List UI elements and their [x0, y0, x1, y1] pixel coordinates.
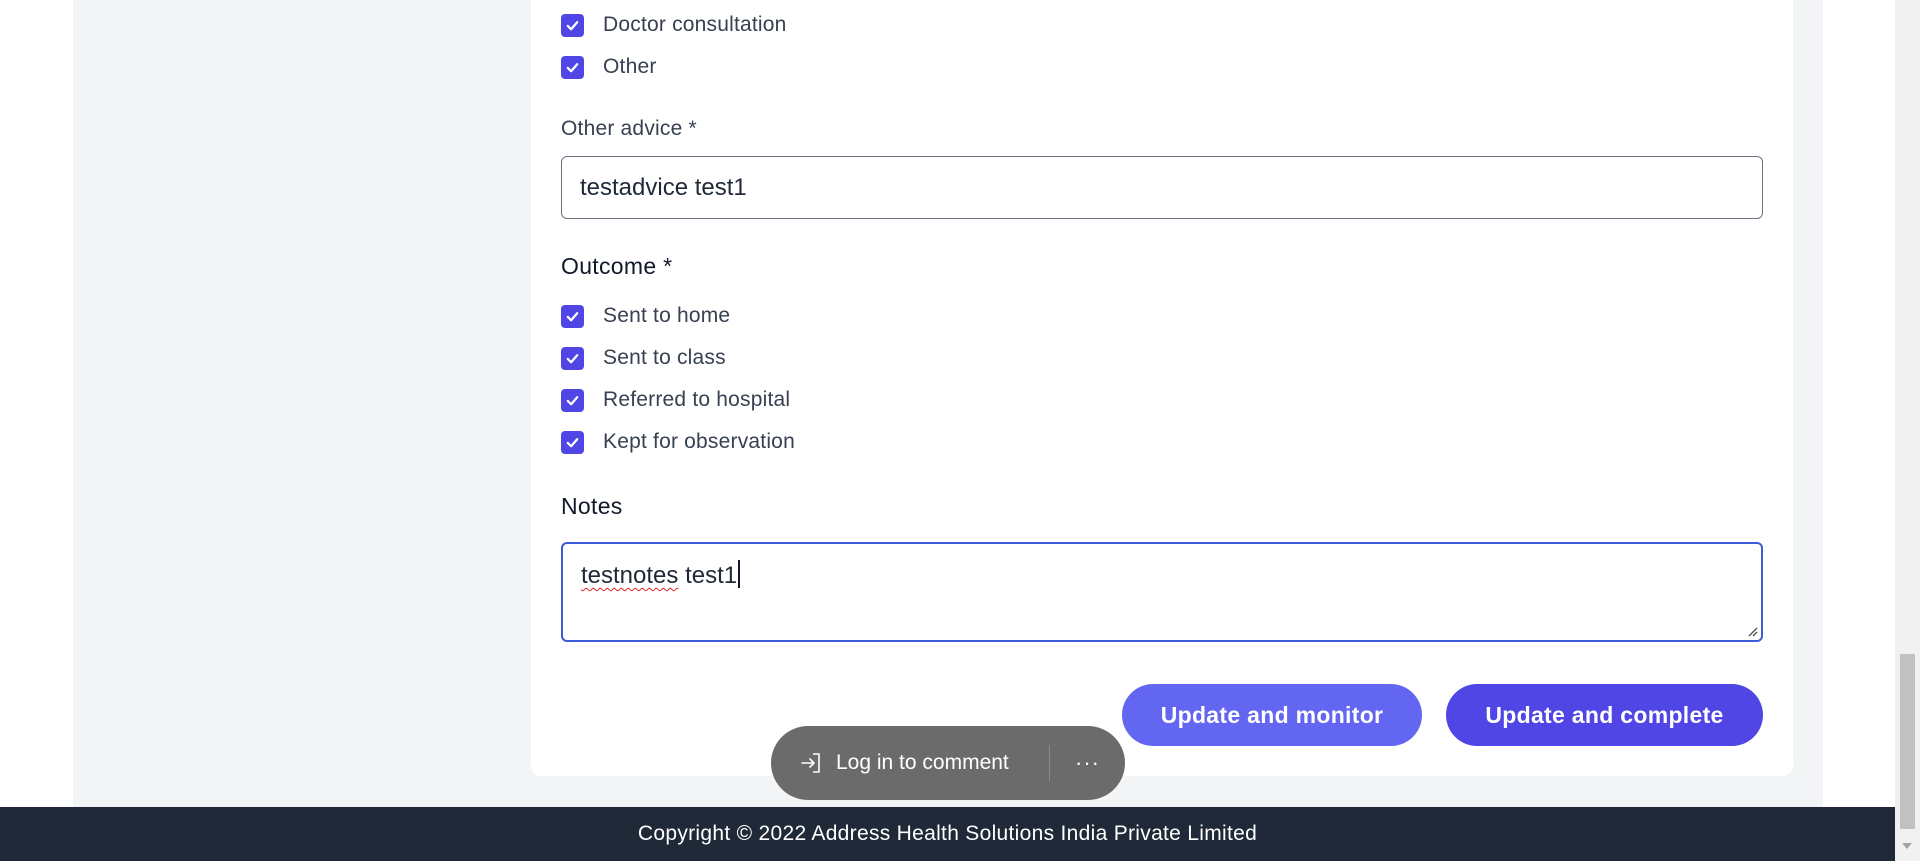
footer: Copyright © 2022 Address Health Solution… [0, 807, 1895, 861]
update-and-monitor-button[interactable]: Update and monitor [1122, 684, 1422, 746]
advice-option-doctor-consultation[interactable]: Doctor consultation [561, 10, 787, 40]
other-advice-value: testadvice test1 [580, 173, 747, 201]
outcome-option-sent-to-home[interactable]: Sent to home [561, 301, 730, 331]
checkbox-label: Other [603, 55, 657, 78]
outcome-option-referred-to-hospital[interactable]: Referred to hospital [561, 385, 790, 415]
checkbox-label: Kept for observation [603, 430, 795, 453]
copyright-text: Copyright © 2022 Address Health Solution… [637, 822, 1258, 845]
log-in-to-comment-button[interactable]: Log in to comment [771, 750, 1049, 776]
comment-toolbar: Log in to comment ··· [771, 726, 1125, 800]
checkbox-checked[interactable] [561, 304, 584, 328]
checkbox-label: Referred to hospital [603, 388, 791, 411]
notes-textarea[interactable]: testnotes test1 [561, 542, 1763, 642]
text-caret [738, 560, 741, 588]
checkbox-checked[interactable] [561, 55, 584, 79]
outcome-option-sent-to-class[interactable]: Sent to class [561, 343, 726, 373]
check-icon [566, 311, 579, 321]
update-and-complete-button[interactable]: Update and complete [1446, 684, 1763, 746]
checkbox-label: Sent to home [603, 304, 731, 327]
sign-in-icon [801, 753, 820, 773]
log-in-to-comment-label: Log in to comment [836, 751, 1009, 774]
checkbox-label: Doctor consultation [603, 13, 787, 36]
pill-divider [1049, 745, 1050, 781]
page-scrollbar[interactable] [1895, 0, 1920, 861]
other-advice-label: Other advice * [561, 117, 697, 140]
check-icon [566, 437, 579, 447]
checkbox-label: Sent to class [603, 346, 726, 369]
checkbox-checked[interactable] [561, 13, 584, 37]
check-icon [566, 395, 579, 405]
more-options-icon[interactable]: ··· [1075, 750, 1100, 776]
outcome-title: Outcome * [561, 253, 673, 279]
check-icon [566, 20, 579, 30]
checkbox-checked[interactable] [561, 388, 584, 412]
outcome-option-kept-for-observation[interactable]: Kept for observation [561, 427, 795, 457]
check-icon [566, 353, 579, 363]
check-icon [566, 62, 579, 72]
notes-value-misspelled-word: testnotes [581, 562, 679, 589]
resize-grip-icon[interactable] [1744, 623, 1758, 637]
checkbox-checked[interactable] [561, 430, 584, 454]
notes-value-rest: test1 [678, 562, 738, 589]
scroll-down-arrow-icon[interactable] [1902, 843, 1912, 849]
other-advice-input[interactable]: testadvice test1 [561, 156, 1763, 219]
advice-option-other[interactable]: Other [561, 52, 657, 82]
notes-title: Notes [561, 493, 623, 519]
checkbox-checked[interactable] [561, 346, 584, 370]
scrollbar-thumb[interactable] [1900, 654, 1915, 829]
